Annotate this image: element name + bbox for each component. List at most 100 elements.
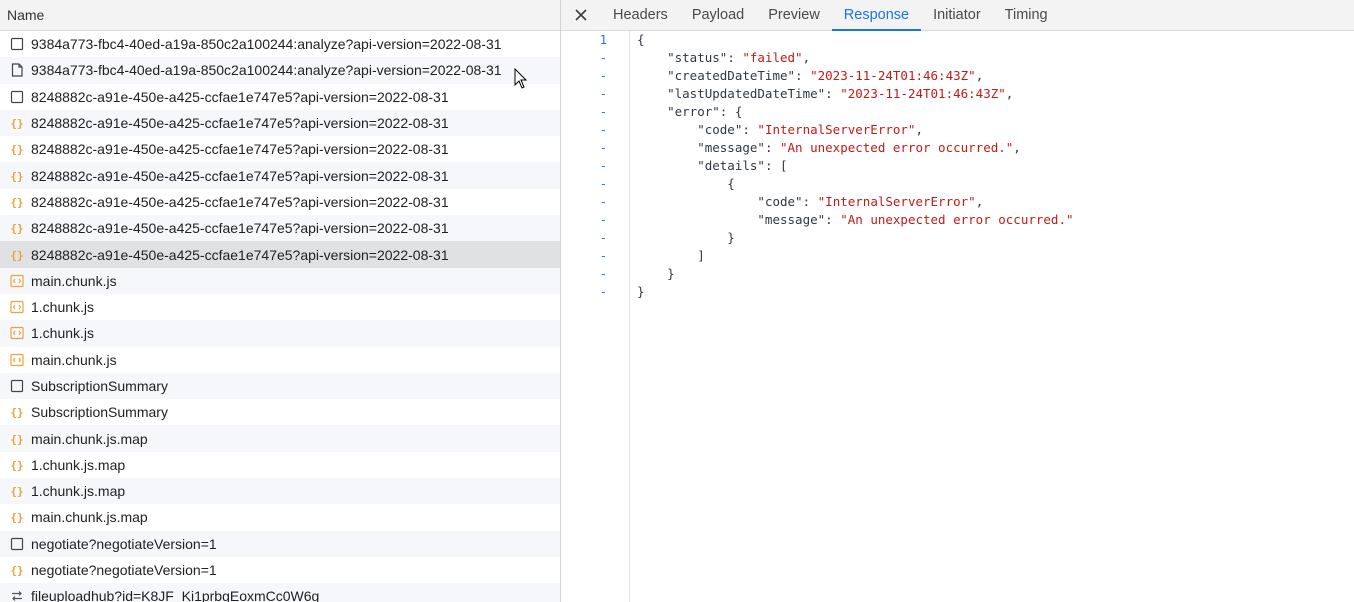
fetch-icon: {} [10, 169, 24, 183]
json-punct: } [637, 284, 645, 299]
checkbox-doc-icon [10, 537, 24, 551]
svg-text:{}: {} [10, 117, 23, 130]
fetch-icon: {} [10, 510, 24, 524]
json-punct: : [795, 68, 811, 83]
request-row[interactable]: main.chunk.js [0, 267, 560, 294]
request-row[interactable]: {} main.chunk.js.map [0, 504, 560, 530]
request-row[interactable]: 9384a773-fbc4-40ed-a19a-850c2a100244:ana… [0, 57, 560, 84]
request-name: 9384a773-fbc4-40ed-a19a-850c2a100244:ana… [31, 36, 502, 53]
json-string: "2023-11-24T01:46:43Z" [810, 68, 976, 83]
json-punct: ] [637, 248, 705, 263]
request-row[interactable]: {} 8248882c-a91e-450e-a425-ccfae1e747e5?a… [0, 215, 560, 242]
request-row[interactable]: {} 8248882c-a91e-450e-a425-ccfae1e747e5?a… [0, 109, 560, 137]
line-number: - [599, 159, 607, 173]
response-body[interactable]: { "status": "failed", "createdDateTime":… [637, 31, 1354, 602]
tab-payload[interactable]: Payload [680, 0, 756, 30]
request-row[interactable]: {} 8248882c-a91e-450e-a425-ccfae1e747e5?a… [0, 136, 560, 162]
request-name: 8248882c-a91e-450e-a425-ccfae1e747e5?api… [31, 141, 449, 158]
request-row[interactable]: 8248882c-a91e-450e-a425-ccfae1e747e5?api… [0, 84, 560, 110]
json-punct: : [764, 140, 780, 155]
request-name: negotiate?negotiateVersion=1 [31, 535, 217, 552]
request-name: negotiate?negotiateVersion=1 [31, 562, 217, 579]
json-key: "details" [637, 158, 765, 173]
request-name: main.chunk.js [31, 272, 117, 289]
svg-text:{}: {} [10, 170, 23, 183]
request-name: 8248882c-a91e-450e-a425-ccfae1e747e5?api… [31, 246, 449, 263]
request-row[interactable]: 1.chunk.js [0, 294, 560, 320]
request-row[interactable]: fileuploadhub?id=K8JF_Ki1prbgEoxmCc0W6g [0, 583, 560, 602]
line-number: - [599, 105, 607, 119]
fetch-icon: {} [10, 432, 24, 446]
json-punct: { [637, 32, 645, 47]
line-number: - [599, 195, 607, 209]
request-name: main.chunk.js.map [31, 430, 148, 447]
json-punct: , [1005, 86, 1014, 101]
name-column-header[interactable]: Name [0, 0, 560, 31]
detail-tabbar: Headers Payload Preview Response Initiator Ti… [561, 0, 1354, 31]
request-name: main.chunk.js.map [31, 509, 148, 526]
json-punct: : [742, 122, 758, 137]
script-icon [10, 274, 24, 288]
code-line: "error": { [637, 103, 742, 121]
request-row[interactable]: {} main.chunk.js.map [0, 425, 560, 452]
line-number: - [599, 213, 607, 227]
document-icon [10, 63, 24, 78]
script-icon [10, 300, 24, 314]
response-panel: Headers Payload Preview Response Initiator Ti… [561, 0, 1354, 602]
request-row[interactable]: {} SubscriptionSummary [0, 399, 560, 425]
tab-headers[interactable]: Headers [601, 0, 680, 30]
tab-preview[interactable]: Preview [756, 0, 832, 30]
json-key: "lastUpdatedDateTime" [637, 86, 826, 101]
request-name: main.chunk.js [31, 351, 117, 368]
line-number: - [599, 87, 607, 101]
request-row[interactable]: {} 8248882c-a91e-450e-a425-ccfae1e747e5?a… [0, 241, 560, 268]
json-punct: : [802, 194, 818, 209]
request-name: 8248882c-a91e-450e-a425-ccfae1e747e5?api… [31, 88, 449, 105]
request-row[interactable]: {} 1.chunk.js.map [0, 478, 560, 505]
request-row[interactable]: {} negotiate?negotiateVersion=1 [0, 557, 560, 583]
tab-response[interactable]: Response [831, 0, 922, 31]
json-string: "failed" [742, 50, 803, 65]
json-key: "message" [637, 140, 765, 155]
svg-text:{}: {} [10, 485, 23, 498]
script-icon [10, 326, 24, 340]
request-name: 1.chunk.js.map [31, 456, 126, 473]
request-row[interactable]: SubscriptionSummary [0, 372, 560, 400]
json-key: "error" [637, 104, 720, 119]
tab-timing[interactable]: Timing [993, 0, 1060, 30]
code-line: "message": "An unexpected error occurred… [637, 211, 1073, 229]
json-punct: , [975, 68, 984, 83]
close-icon[interactable] [561, 0, 601, 30]
svg-text:{}: {} [10, 406, 23, 419]
json-punct: , [975, 194, 984, 209]
request-row[interactable]: negotiate?negotiateVersion=1 [0, 530, 560, 557]
devtools-network-panel: Name 9384a773-fbc4-40ed-a19a-850c2a10024… [0, 0, 1354, 602]
svg-text:{}: {} [10, 222, 23, 235]
code-line: ] [637, 247, 705, 265]
json-punct: : [825, 86, 841, 101]
line-number: - [599, 177, 607, 191]
script-icon [10, 353, 24, 367]
request-row[interactable]: main.chunk.js [0, 347, 560, 373]
fetch-icon: {} [10, 458, 24, 472]
svg-text:{}: {} [10, 249, 23, 262]
json-key: "status" [637, 50, 728, 65]
json-punct: : [727, 50, 743, 65]
code-line: "createdDateTime": "2023-11-24T01:46:43Z… [637, 67, 983, 85]
request-name: 1.chunk.js [31, 325, 95, 342]
request-row[interactable]: 1.chunk.js [0, 320, 560, 347]
request-row[interactable]: {} 8248882c-a91e-450e-a425-ccfae1e747e5?a… [0, 189, 560, 215]
line-number: - [599, 249, 607, 263]
json-punct: } [637, 266, 675, 281]
fetch-icon: {} [10, 405, 24, 419]
code-line: "lastUpdatedDateTime": "2023-11-24T01:46… [637, 85, 1013, 103]
line-number: - [599, 141, 607, 155]
request-row[interactable]: 9384a773-fbc4-40ed-a19a-850c2a100244:ana… [0, 31, 560, 57]
fetch-icon: {} [10, 484, 24, 498]
code-line: { [637, 31, 645, 49]
fetch-icon: {} [10, 221, 24, 235]
tab-initiator[interactable]: Initiator [921, 0, 993, 30]
request-row[interactable]: {} 1.chunk.js.map [0, 452, 560, 478]
request-name: 1.chunk.js.map [31, 483, 126, 500]
request-row[interactable]: {} 8248882c-a91e-450e-a425-ccfae1e747e5?a… [0, 162, 560, 189]
